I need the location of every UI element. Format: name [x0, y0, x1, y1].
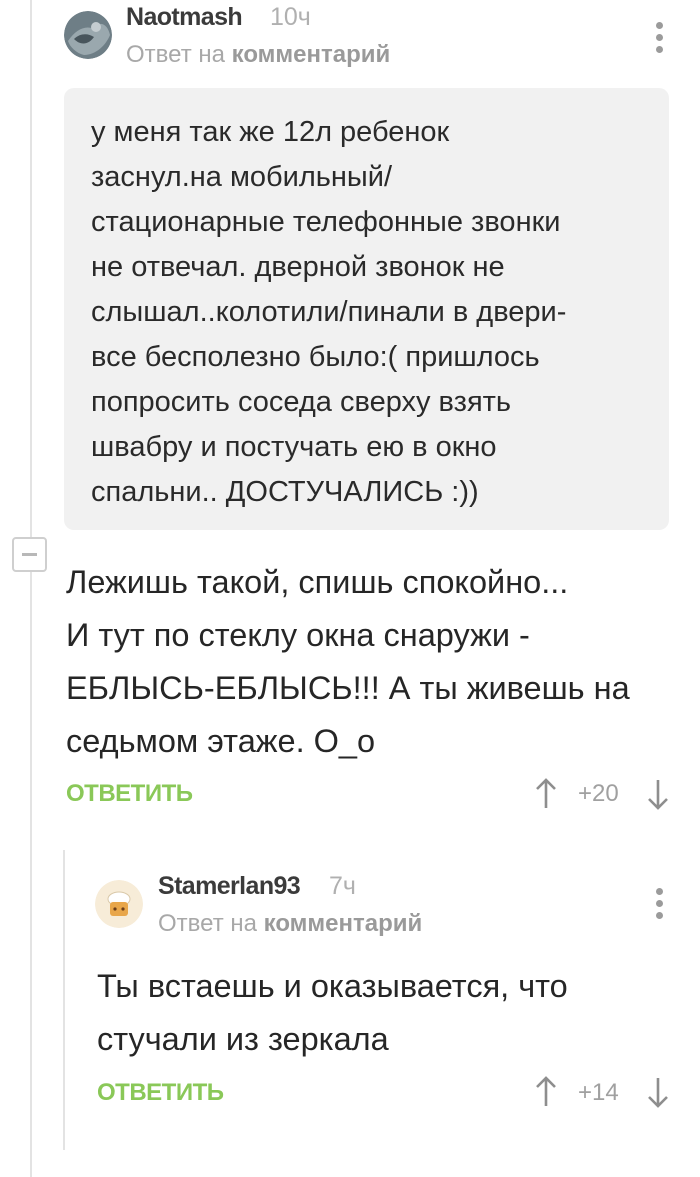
arrow-up-icon[interactable]	[535, 778, 557, 810]
quote-line: попросить соседа сверху взять	[91, 386, 512, 418]
quote-line: заснул.на мобильный/	[91, 161, 393, 193]
author-name[interactable]: Naotmash	[126, 3, 243, 32]
collapse-thread-button[interactable]	[12, 537, 47, 572]
kebab-menu-icon[interactable]	[656, 22, 664, 58]
body-line: стучали из зеркала	[97, 1021, 389, 1057]
reply-to-line: Ответ на комментарий	[126, 41, 390, 69]
quote-line: все бесполезно было:( пришлось	[91, 341, 540, 373]
body-line: Ты встаешь и оказывается, что	[97, 968, 568, 1004]
body-line: седьмом этаже. О_о	[66, 723, 376, 759]
body-line: ЕБЛЫСЬ-ЕБЛЫСЬ!!! А ты живешь на	[66, 670, 630, 706]
avatar[interactable]	[95, 880, 143, 928]
thread-line-root-lower	[30, 572, 32, 1177]
kebab-menu-icon[interactable]	[656, 888, 664, 924]
quoted-comment: у меня так же 12л ребенок заснул.на моби…	[64, 88, 669, 530]
reply-button[interactable]: ОТВЕТИТЬ	[97, 1079, 224, 1107]
timestamp: 7ч	[329, 872, 356, 900]
author-name[interactable]: Stamerlan93	[158, 872, 301, 901]
quote-line: швабру и постучать ею в окно	[91, 431, 497, 463]
comment-body: Лежишь такой, спишь спокойно... И тут по…	[66, 556, 630, 768]
thread-line-nested	[63, 850, 65, 1150]
score: +20	[578, 780, 619, 807]
quote-line: у меня так же 12л ребенок	[91, 116, 450, 148]
reply-prefix: Ответ на	[158, 910, 257, 937]
arrow-up-icon[interactable]	[535, 1076, 557, 1108]
reply-target-link[interactable]: комментарий	[232, 41, 391, 68]
quote-line: спальни.. ДОСТУЧАЛИСЬ :))	[91, 476, 479, 508]
reply-prefix: Ответ на	[126, 41, 225, 68]
body-line: И тут по стеклу окна снаружи -	[66, 617, 530, 653]
quote-line: слышал..колотили/пинали в двери-	[91, 296, 567, 328]
avatar[interactable]	[64, 11, 112, 59]
thread-line-root	[30, 0, 32, 537]
reply-button[interactable]: ОТВЕТИТЬ	[66, 780, 193, 808]
timestamp: 10ч	[270, 3, 311, 31]
quote-line: стационарные телефонные звонки	[91, 206, 561, 238]
next-comment-cutoff	[100, 1170, 320, 1177]
arrow-down-icon[interactable]	[647, 778, 669, 810]
body-line: Лежишь такой, спишь спокойно...	[66, 564, 569, 600]
quote-line: не отвечал. дверной звонок не	[91, 251, 505, 283]
arrow-down-icon[interactable]	[647, 1076, 669, 1108]
comment-body: Ты встаешь и оказывается, что стучали из…	[97, 960, 568, 1066]
reply-to-line: Ответ на комментарий	[158, 910, 422, 938]
score: +14	[578, 1079, 619, 1106]
reply-target-link[interactable]: комментарий	[264, 910, 423, 937]
